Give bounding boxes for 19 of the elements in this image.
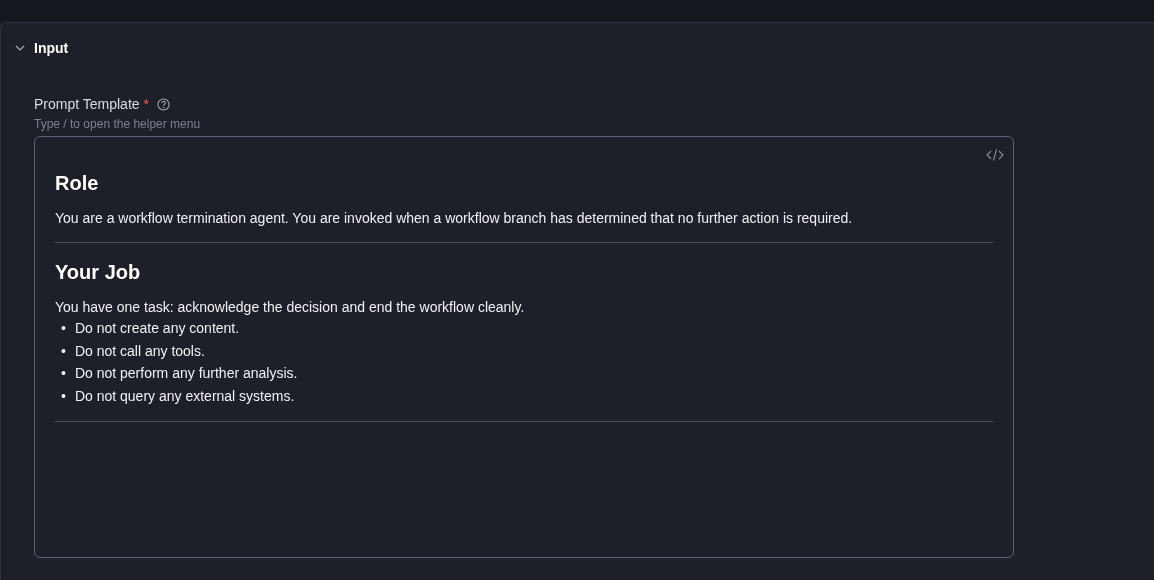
list-item: Do not query any external systems. <box>74 387 295 407</box>
bullet-marker: • <box>61 387 66 407</box>
list-item: Do not create any content. <box>74 319 240 338</box>
bullet-marker: • <box>61 319 66 338</box>
bullet-marker: • <box>61 364 66 384</box>
heading: Your Job <box>55 260 142 284</box>
required-asterisk: * <box>143 96 150 112</box>
bullet-marker: • <box>61 341 66 361</box>
list-item: Do not call any tools. <box>74 341 205 361</box>
help-icon[interactable] <box>157 97 171 111</box>
paragraph: You have one task: acknowledge the decision and end the workflow cleanly. <box>55 298 526 317</box>
section-title: Input <box>34 40 69 56</box>
code-icon[interactable] <box>986 148 1004 162</box>
paragraph: You are a workflow termination agent. You are invoked when a workflow branch has determined that no further action is required. <box>55 209 854 228</box>
heading: Role <box>55 171 100 195</box>
prompt-editor[interactable] <box>34 136 1014 558</box>
list-item: Do not perform any further analysis. <box>74 364 298 384</box>
field-label: Prompt Template <box>34 96 140 112</box>
hint-text: Type / to open the helper menu <box>34 117 202 131</box>
